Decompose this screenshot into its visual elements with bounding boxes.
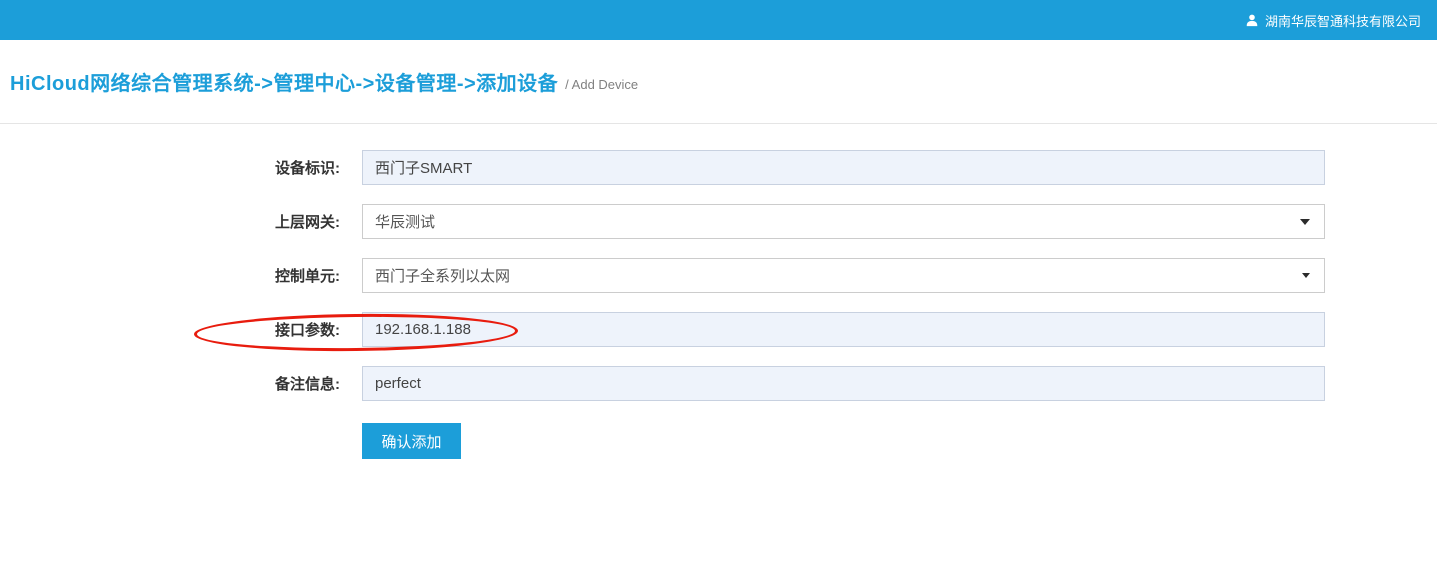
form-row-upper-gateway: 上层网关: 华辰测试 <box>0 204 1437 239</box>
control-unit-label: 控制单元: <box>0 265 340 286</box>
upper-gateway-select[interactable]: 华辰测试 <box>362 204 1325 239</box>
submit-row: 确认添加 <box>362 423 1437 459</box>
form-row-device-id: 设备标识: <box>0 150 1437 185</box>
add-device-form: 设备标识: 上层网关: 华辰测试 控制单元: 西门子全系列以太网 接口参数: 备… <box>0 150 1437 459</box>
confirm-add-button[interactable]: 确认添加 <box>362 423 461 459</box>
account-menu[interactable]: 湖南华辰智通科技有限公司 <box>1245 11 1421 30</box>
interface-params-input[interactable] <box>362 312 1325 347</box>
remarks-input[interactable] <box>362 366 1325 401</box>
device-id-input[interactable] <box>362 150 1325 185</box>
upper-gateway-label: 上层网关: <box>0 211 340 232</box>
page: 湖南华辰智通科技有限公司 HiCloud网络综合管理系统->管理中心->设备管理… <box>0 0 1437 574</box>
device-id-label: 设备标识: <box>0 157 340 178</box>
breadcrumb-path: HiCloud网络综合管理系统->管理中心->设备管理->添加设备 <box>10 67 558 96</box>
remarks-label: 备注信息: <box>0 373 340 394</box>
form-row-control-unit: 控制单元: 西门子全系列以太网 <box>0 258 1437 293</box>
chevron-down-icon <box>1302 273 1310 278</box>
form-row-interface-params: 接口参数: <box>0 312 1437 347</box>
upper-gateway-value: 华辰测试 <box>375 211 435 232</box>
user-icon <box>1245 13 1259 27</box>
form-row-remarks: 备注信息: <box>0 366 1437 401</box>
chevron-down-icon <box>1300 219 1310 225</box>
breadcrumb-subtitle: / Add Device <box>565 72 638 92</box>
control-unit-value: 西门子全系列以太网 <box>375 265 510 286</box>
company-name: 湖南华辰智通科技有限公司 <box>1265 11 1421 30</box>
control-unit-select[interactable]: 西门子全系列以太网 <box>362 258 1325 293</box>
interface-params-label: 接口参数: <box>0 319 340 340</box>
breadcrumb: HiCloud网络综合管理系统->管理中心->设备管理->添加设备 / Add … <box>0 40 1437 124</box>
top-bar: 湖南华辰智通科技有限公司 <box>0 0 1437 40</box>
